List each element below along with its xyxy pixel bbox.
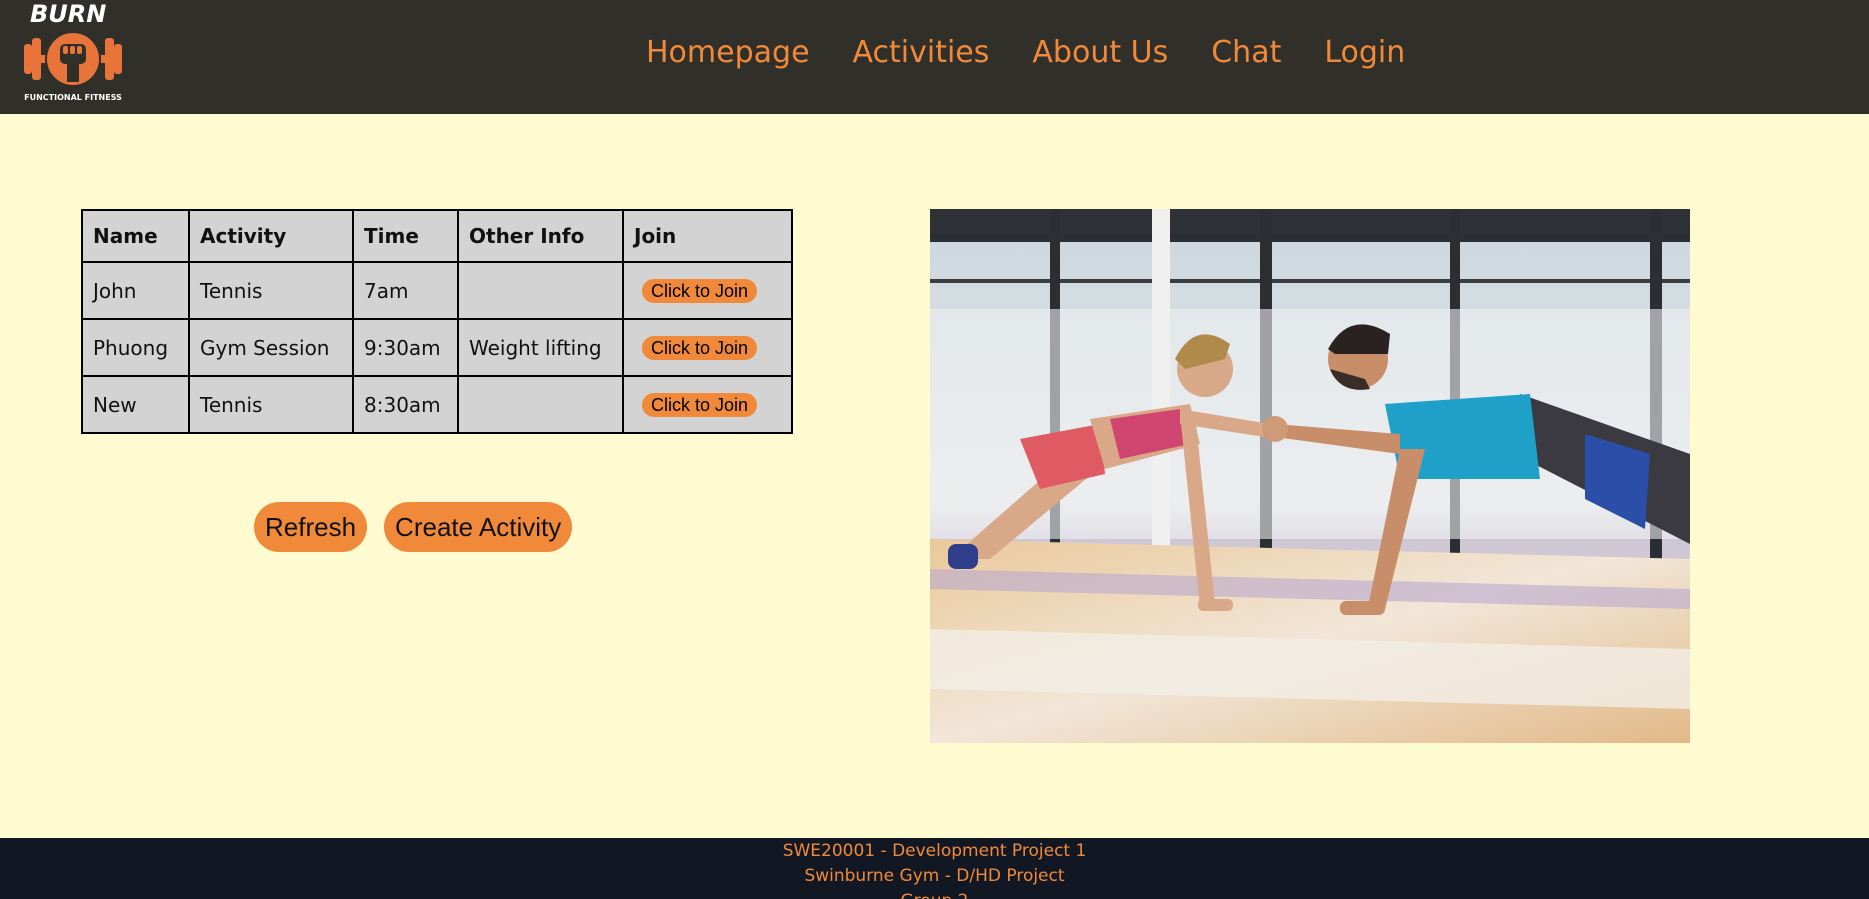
plank-highfive-image (930, 209, 1690, 743)
cell-activity: Tennis (188, 261, 354, 320)
nav-chat[interactable]: Chat (1211, 32, 1281, 74)
table-row: New Tennis 8:30am Click to Join (81, 375, 793, 434)
nav-activities[interactable]: Activities (853, 32, 990, 74)
table-actions: Refresh Create Activity (254, 502, 573, 552)
table-row: John Tennis 7am Click to Join (81, 261, 793, 320)
header-activity: Activity (188, 209, 354, 263)
main-nav: Homepage Activities About Us Chat Login (646, 32, 1448, 74)
cell-other-info (457, 261, 624, 320)
cell-time: 7am (352, 261, 459, 320)
footer-project: Swinburne Gym - D/HD Project (804, 866, 1065, 886)
footer-group: Group 2 (0, 889, 1869, 899)
logo-tagline: FUNCTIONAL FITNESS (24, 93, 122, 102)
cell-other-info (457, 375, 624, 434)
activities-table: Name Activity Time Other Info Join John … (81, 209, 793, 434)
join-button[interactable]: Click to Join (642, 336, 758, 360)
table-row: Phuong Gym Session 9:30am Weight lifting… (81, 318, 793, 377)
cell-activity: Tennis (188, 375, 354, 434)
header-time: Time (352, 209, 459, 263)
cell-name: New (81, 375, 190, 434)
fitness-photo (930, 209, 1690, 743)
nav-about-us[interactable]: About Us (1032, 32, 1168, 74)
cell-other-info: Weight lifting (457, 318, 624, 377)
create-activity-button[interactable]: Create Activity (384, 502, 573, 552)
svg-text:BURN: BURN (30, 0, 106, 28)
cell-join: Click to Join (622, 318, 793, 377)
join-button[interactable]: Click to Join (642, 279, 758, 303)
site-footer: SWE20001 - Development Project 1 Swinbur… (0, 838, 1869, 899)
cell-join: Click to Join (622, 375, 793, 434)
cell-activity: Gym Session (188, 318, 354, 377)
footer-course: SWE20001 - Development Project 1 (782, 841, 1087, 861)
header-join: Join (622, 209, 793, 263)
refresh-button[interactable]: Refresh (254, 502, 368, 552)
cell-time: 9:30am (352, 318, 459, 377)
site-header: BURN FUNCTIONAL FITNESS Homepage Activit… (0, 0, 1869, 114)
burn-logo[interactable]: BURN FUNCTIONAL FITNESS (18, 0, 128, 108)
join-button[interactable]: Click to Join (642, 393, 758, 417)
table-header-row: Name Activity Time Other Info Join (81, 209, 793, 263)
nav-login[interactable]: Login (1324, 32, 1405, 74)
cell-time: 8:30am (352, 375, 459, 434)
header-other-info: Other Info (457, 209, 624, 263)
activities-table-container: Name Activity Time Other Info Join John … (81, 209, 793, 434)
cell-join: Click to Join (622, 261, 793, 320)
fist-dumbbell-icon: BURN FUNCTIONAL FITNESS (24, 0, 122, 102)
header-name: Name (81, 209, 190, 263)
cell-name: Phuong (81, 318, 190, 377)
cell-name: John (81, 261, 190, 320)
nav-homepage[interactable]: Homepage (646, 32, 810, 74)
